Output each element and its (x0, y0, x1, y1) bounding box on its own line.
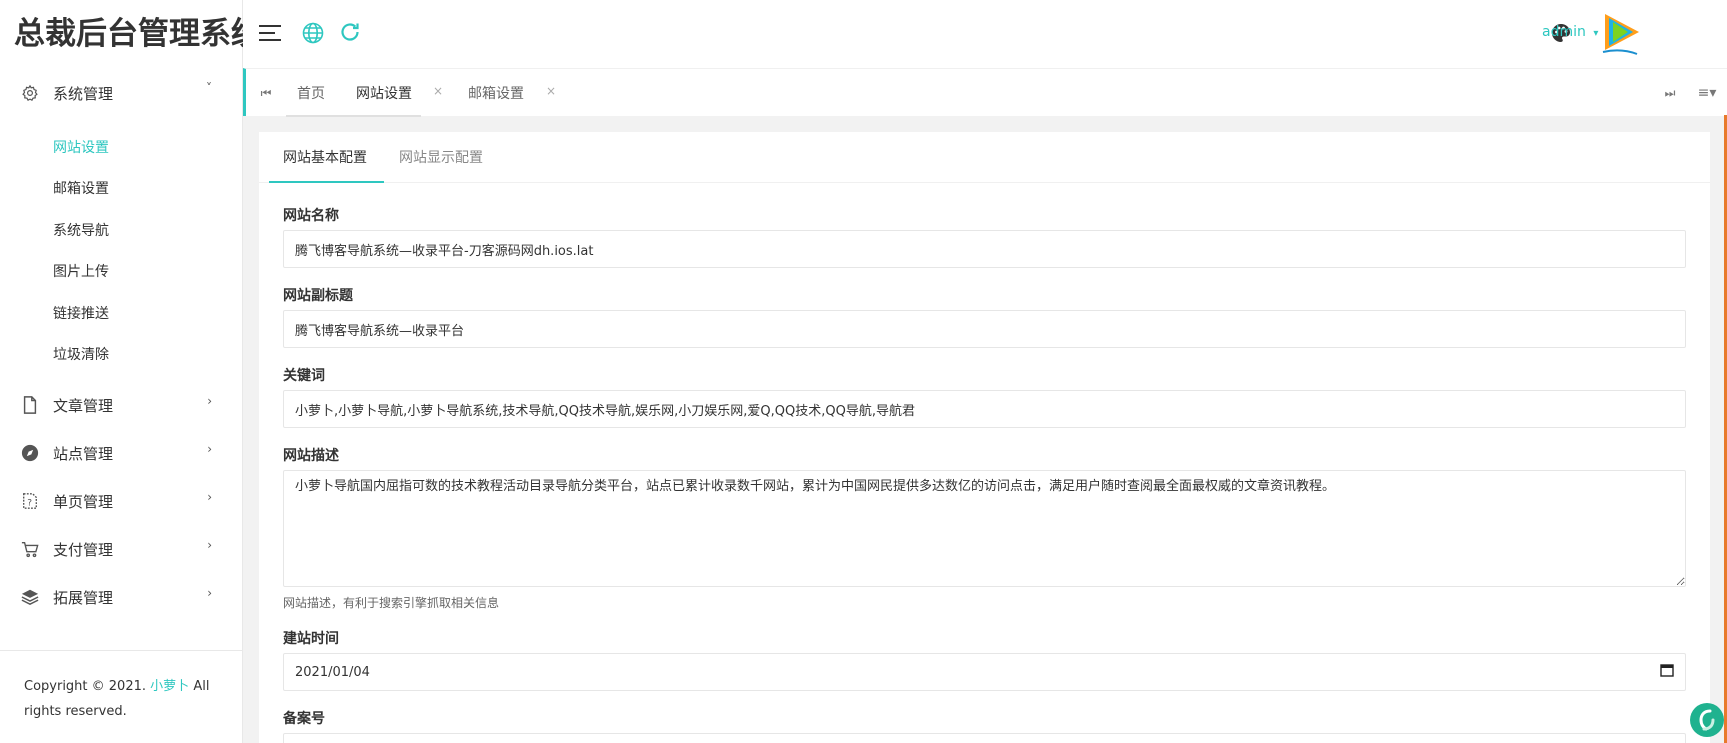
sidebar-item-link-push[interactable]: 链接推送 (0, 292, 242, 334)
menu-icon[interactable] (259, 24, 281, 46)
chevron-right-icon: › (207, 394, 212, 408)
sidebar-group-sites[interactable]: 站点管理 › (0, 429, 242, 477)
close-icon[interactable]: × (433, 84, 443, 98)
build-date-value: 2021/01/04 (295, 664, 370, 680)
tab-home[interactable]: 首页 (297, 83, 325, 103)
sidebar-item-site-settings[interactable]: 网站设置 (0, 126, 242, 168)
sidebar-divider (0, 650, 243, 651)
sidebar-sublist-system: 网站设置 邮箱设置 系统导航 图片上传 链接推送 垃圾清除 (0, 118, 242, 381)
copyright-prefix: Copyright © 2021. (24, 679, 147, 694)
icp-input[interactable] (283, 733, 1686, 743)
sidebar-group-payments[interactable]: 支付管理 › (0, 525, 242, 573)
subtitle-input[interactable] (283, 310, 1686, 348)
user-name: admin (1542, 24, 1586, 40)
sidebar-group-articles[interactable]: 文章管理 › (0, 381, 242, 429)
description-help-text: 网站描述，有利于搜索引擎抓取相关信息 (283, 596, 500, 610)
site-name-label: 网站名称 (283, 208, 339, 224)
icp-label: 备案号 (283, 711, 325, 727)
site-name-input[interactable] (283, 230, 1686, 268)
help-page-icon: ? (20, 491, 40, 511)
close-icon[interactable]: × (546, 84, 556, 98)
sidebar-group-extensions[interactable]: 拓展管理 › (0, 573, 242, 621)
sidebar-group-label: 拓展管理 (53, 588, 114, 607)
sidebar-item-cache-clear[interactable]: 垃圾清除 (0, 334, 242, 376)
tab-active-indicator (286, 115, 421, 117)
sidebar-group-label: 文章管理 (53, 396, 114, 415)
refresh-icon[interactable] (339, 21, 361, 47)
video-logo-icon[interactable] (1601, 8, 1643, 60)
tab-site-settings[interactable]: 网站设置 (356, 83, 412, 103)
sidebar-item-mail-settings[interactable]: 邮箱设置 (0, 168, 242, 210)
chevron-right-icon: › (207, 490, 212, 504)
file-icon (20, 395, 40, 415)
subtitle-label: 网站副标题 (283, 288, 353, 304)
sidebar-item-system-nav[interactable]: 系统导航 (0, 209, 242, 251)
sidebar-group-label: 站点管理 (53, 444, 114, 463)
cart-icon (20, 539, 40, 559)
sidebar-group-label: 单页管理 (53, 492, 114, 511)
globe-icon[interactable] (302, 22, 324, 48)
sidebar-group-label: 系统管理 (53, 84, 114, 103)
caret-down-icon: ▾ (1593, 28, 1599, 39)
build-date-input[interactable]: 2021/01/04 (283, 653, 1686, 691)
floating-assistant-icon[interactable] (1690, 703, 1724, 737)
sidebar-group-pages[interactable]: ? 单页管理 › (0, 477, 242, 525)
scroll-left-icon[interactable]: ⏮ (246, 69, 286, 117)
content-tab-underline (269, 181, 384, 183)
scroll-right-icon[interactable]: ⏭ (1650, 69, 1690, 117)
chevron-right-icon: › (207, 442, 212, 456)
compass-icon (20, 443, 40, 463)
build-date-label: 建站时间 (283, 631, 339, 647)
sidebar: 总裁后台管理系统 系统管理 ˅ 网站设置 邮箱设置 系统导航 图片上传 链接推送… (0, 0, 262, 743)
chevron-right-icon: › (207, 538, 212, 552)
user-menu[interactable]: admin ▾ (1542, 24, 1598, 40)
description-label: 网站描述 (283, 448, 339, 464)
sidebar-item-image-upload[interactable]: 图片上传 (0, 251, 242, 293)
description-textarea[interactable]: 小萝卜导航国内屈指可数的技术教程活动目录导航分类平台，站点已累计收录数千网站，累… (283, 470, 1686, 587)
sidebar-group-label: 支付管理 (53, 540, 114, 559)
copyright: Copyright © 2021. 小萝卜 All rights reserve… (24, 674, 214, 724)
copyright-brand-link[interactable]: 小萝卜 (150, 679, 189, 694)
tab-basic-config[interactable]: 网站基本配置 (283, 147, 367, 167)
calendar-icon[interactable] (1660, 663, 1674, 681)
tab-bar: ⏮ 首页 网站设置 × 邮箱设置 × ⏭ ≡▾ (243, 68, 1727, 117)
svg-text:?: ? (27, 499, 32, 509)
tab-mail-settings[interactable]: 邮箱设置 (468, 83, 524, 103)
app-logo-title: 总裁后台管理系统 (14, 16, 262, 52)
chevron-down-icon: ˅ (206, 81, 212, 95)
settings-card: 网站基本配置 网站显示配置 网站名称 网站副标题 关键词 网站描述 小萝卜导航国… (259, 132, 1710, 743)
tab-display-config[interactable]: 网站显示配置 (399, 147, 483, 167)
content-tabs: 网站基本配置 网站显示配置 (259, 132, 1710, 183)
top-header: admin ▾ (243, 0, 1727, 68)
sidebar-group-system[interactable]: 系统管理 ˅ (0, 68, 242, 118)
chevron-right-icon: › (207, 586, 212, 600)
keywords-label: 关键词 (283, 368, 325, 384)
tab-options-icon[interactable]: ≡▾ (1687, 69, 1727, 117)
gear-icon (20, 83, 40, 103)
keywords-input[interactable] (283, 390, 1686, 428)
layers-icon (20, 587, 40, 607)
